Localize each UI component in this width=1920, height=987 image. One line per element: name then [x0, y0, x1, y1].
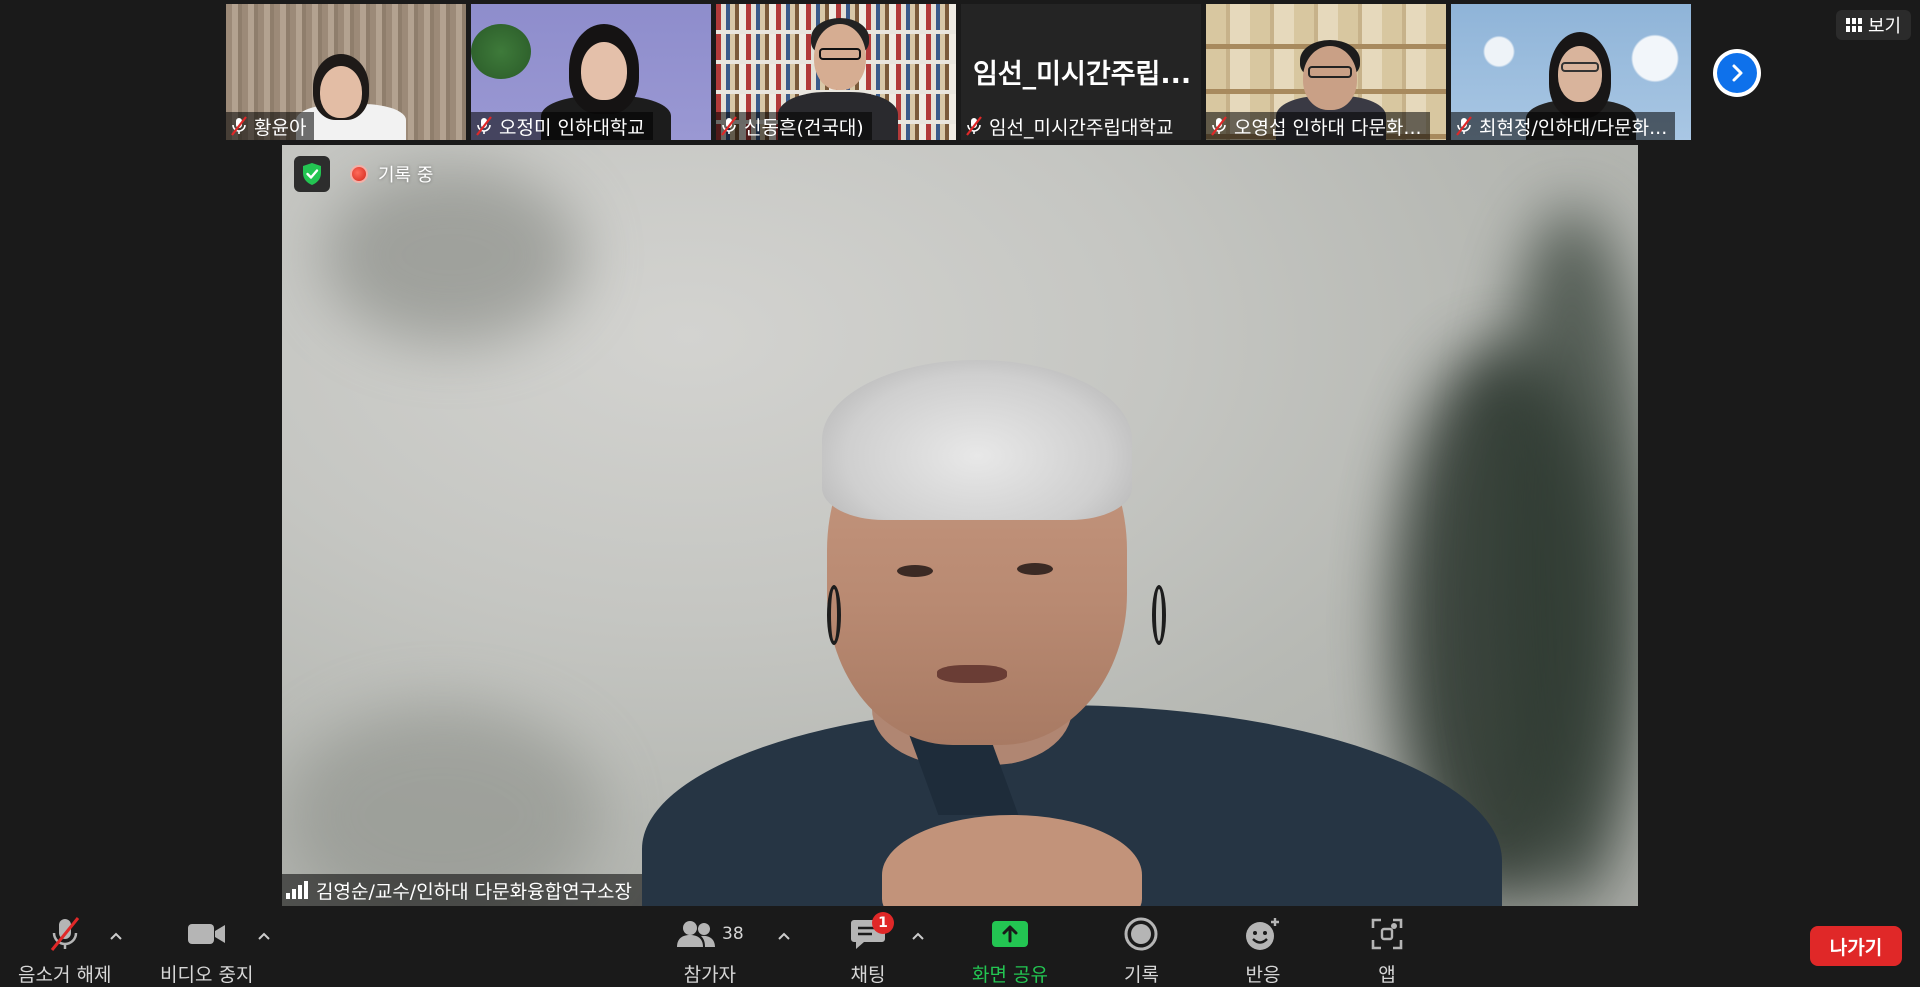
participants-label: 참가자 — [683, 964, 737, 986]
meeting-toolbar: 음소거 해제 비디오 중지 38 참가자 1 채팅 화면 공유 기록 반응 앱 … — [0, 906, 1920, 987]
participants-options-caret[interactable] — [774, 926, 794, 946]
participant-name-label: 최현정/인하대/다문화... — [1451, 112, 1676, 140]
participant-tile[interactable]: 최현정/인하대/다문화... — [1451, 4, 1691, 140]
leave-meeting-button[interactable]: 나가기 — [1810, 926, 1902, 966]
speaker-name: 김영순/교수/인하대 다문화융합연구소장 — [316, 880, 633, 903]
reactions-button[interactable]: 반응 — [1244, 916, 1282, 987]
mic-muted-icon — [476, 116, 492, 136]
mic-muted-icon — [231, 116, 247, 136]
security-button[interactable] — [294, 156, 330, 192]
background-blur — [322, 165, 582, 345]
participant-name-label: 오정미 인하대학교 — [471, 112, 653, 140]
participant-name: 임선_미시간주립대학교 — [989, 116, 1174, 139]
next-page-button[interactable] — [1713, 49, 1761, 97]
share-screen-label: 화면 공유 — [972, 964, 1048, 986]
apps-icon — [1370, 916, 1404, 952]
chat-icon-wrap: 1 — [850, 912, 894, 952]
smiley-plus-icon — [1244, 916, 1282, 952]
participant-name: 신동흔(건국대) — [744, 116, 864, 139]
recording-indicator: 기록 중 — [350, 161, 433, 187]
video-camera-icon — [187, 916, 227, 952]
participants-icon-wrap: 38 — [676, 916, 744, 952]
chevron-up-icon — [778, 932, 790, 940]
view-button-label: 보기 — [1868, 16, 1902, 37]
chevron-right-icon — [1717, 53, 1757, 93]
participant-tile[interactable]: 오영섭 인하대 다문화... — [1206, 4, 1446, 140]
active-speaker-video[interactable]: 기록 중 김영순/교수/인하대 다문화융합연구소장 — [282, 145, 1638, 906]
record-label: 기록 — [1124, 964, 1159, 986]
mic-muted-icon — [721, 116, 737, 136]
chat-button[interactable]: 1 채팅 — [850, 912, 894, 987]
participant-name: 오정미 인하대학교 — [499, 116, 645, 139]
participant-strip: 황윤아 오정미 인하대학교 신동흔(건국대) 임선_미시간주립... 임선_미시… — [226, 4, 1691, 140]
shield-check-icon — [303, 163, 321, 185]
grid-icon — [1846, 18, 1862, 32]
video-off-name: 임선_미시간주립... — [973, 59, 1192, 90]
video-options-caret[interactable] — [254, 926, 274, 946]
chevron-up-icon — [258, 932, 270, 940]
stop-video-label: 비디오 중지 — [160, 964, 254, 986]
participants-button[interactable]: 38 참가자 — [676, 916, 744, 987]
reactions-label: 반응 — [1245, 964, 1281, 986]
participants-icon — [677, 921, 715, 947]
chevron-up-icon — [912, 932, 924, 940]
chevron-up-icon — [110, 932, 122, 940]
participant-name: 최현정/인하대/다문화... — [1479, 116, 1668, 139]
mic-muted-icon — [966, 116, 982, 136]
participant-tile[interactable]: 오정미 인하대학교 — [471, 4, 711, 140]
share-screen-button[interactable]: 화면 공유 — [972, 916, 1048, 987]
unmute-label: 음소거 해제 — [18, 964, 112, 986]
apps-button[interactable]: 앱 — [1370, 916, 1404, 987]
record-dot-icon — [350, 165, 368, 183]
share-screen-icon — [991, 916, 1029, 952]
background-blur — [1492, 205, 1638, 905]
mic-muted-icon — [47, 916, 83, 952]
participant-tile[interactable]: 임선_미시간주립... 임선_미시간주립대학교 — [961, 4, 1201, 140]
participant-name-label: 황윤아 — [226, 112, 315, 140]
participant-name-label: 오영섭 인하대 다문화... — [1206, 112, 1430, 140]
signal-strength-icon — [286, 881, 308, 899]
participant-tile[interactable]: 신동흔(건국대) — [716, 4, 956, 140]
record-button[interactable]: 기록 — [1124, 916, 1159, 987]
unmute-button[interactable]: 음소거 해제 — [18, 916, 111, 987]
participant-name-label: 신동흔(건국대) — [716, 112, 872, 140]
chat-unread-badge: 1 — [872, 912, 894, 934]
mic-muted-icon — [1456, 116, 1472, 136]
chat-label: 채팅 — [850, 964, 886, 986]
participant-tile[interactable]: 황윤아 — [226, 4, 466, 140]
apps-label: 앱 — [1378, 964, 1396, 986]
recording-label: 기록 중 — [378, 165, 434, 186]
chat-options-caret[interactable] — [908, 926, 928, 946]
stop-video-button[interactable]: 비디오 중지 — [160, 916, 253, 987]
participant-name-label: 임선_미시간주립대학교 — [961, 112, 1181, 140]
mic-muted-icon — [1211, 116, 1227, 136]
speaker-name-label: 김영순/교수/인하대 다문화융합연구소장 — [282, 874, 643, 906]
participant-name: 오영섭 인하대 다문화... — [1234, 116, 1422, 139]
view-button[interactable]: 보기 — [1836, 10, 1912, 40]
audio-options-caret[interactable] — [106, 926, 126, 946]
participant-name: 황윤아 — [254, 116, 307, 139]
participants-count: 38 — [722, 924, 744, 944]
record-icon — [1124, 916, 1158, 952]
